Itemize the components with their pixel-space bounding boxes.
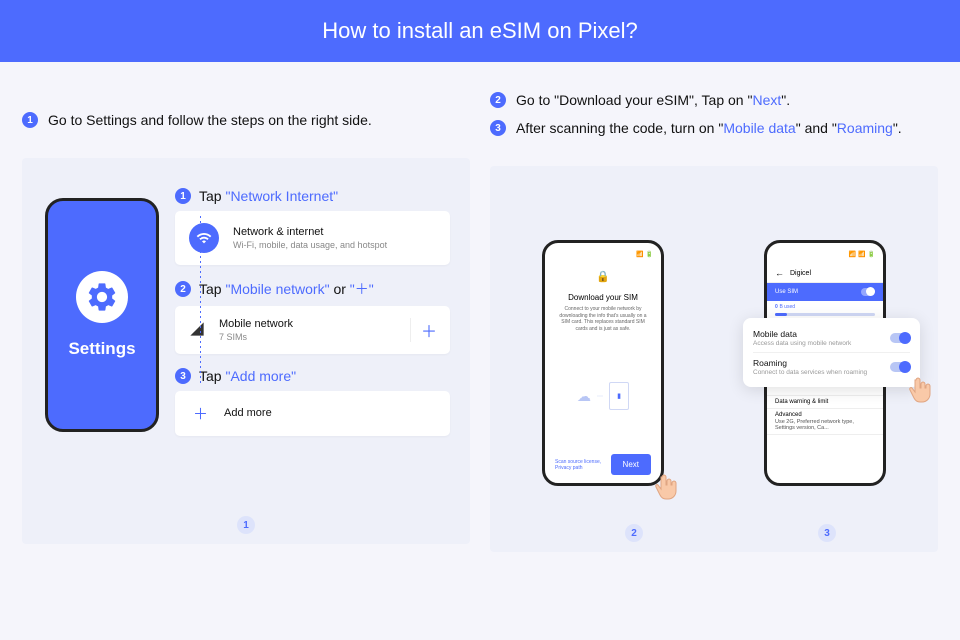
use-sim-toggle[interactable]: Use SIM [767, 283, 883, 301]
mobile-data-toggle[interactable] [890, 333, 910, 343]
download-sim-phone: ⠀📶🔋 🔒 Download your SIM Connect to your … [542, 240, 664, 486]
bullet-1: 1 [22, 112, 38, 128]
add-more-card[interactable]: ＋ Add more [175, 391, 450, 436]
next-button[interactable]: Next [611, 454, 651, 475]
settings-label: Settings [68, 339, 135, 359]
wifi-icon [189, 223, 219, 253]
cloud-icon: ☁ [577, 388, 591, 405]
intro-step-2: 2 Go to "Download your eSIM", Tap on "Ne… [490, 92, 938, 108]
intro-text-3: After scanning the code, turn on "Mobile… [516, 120, 902, 136]
plus-icon: ＋ [193, 403, 208, 424]
settings-phone-mock: Settings [45, 198, 159, 432]
panel-number-3: 3 [818, 524, 836, 542]
step-connector-line [200, 216, 201, 386]
substep-text-3: Tap "Add more" [199, 368, 296, 384]
substep-bullet-3: 3 [175, 368, 191, 384]
plus-icon[interactable]: ＋ [410, 318, 436, 342]
intro-text-2: Go to "Download your eSIM", Tap on "Next… [516, 92, 790, 108]
page-title: How to install an eSIM on Pixel? [0, 0, 960, 62]
roaming-toggle[interactable] [890, 362, 910, 372]
back-icon[interactable]: ← [775, 268, 784, 278]
bullet-3: 3 [490, 120, 506, 136]
panel-number-2: 2 [625, 524, 643, 542]
signal-icon [189, 321, 205, 340]
intro-text-1: Go to Settings and follow the steps on t… [48, 112, 372, 128]
substep-text-2: Tap "Mobile network" or "＋" [199, 279, 374, 299]
gear-icon [76, 271, 128, 323]
toggles-overlay: Mobile data Access data using mobile net… [743, 318, 920, 387]
mobile-network-card[interactable]: Mobile network 7 SIMs ＋ [175, 306, 450, 354]
sim-icon: ▮ [609, 382, 629, 410]
lock-icon: 🔒 [555, 270, 651, 283]
substep-text-1: Tap "Network Internet" [199, 188, 338, 204]
substep-bullet-2: 2 [175, 281, 191, 297]
substep-bullet-1: 1 [175, 188, 191, 204]
network-internet-card[interactable]: Network & internet Wi-Fi, mobile, data u… [175, 211, 450, 265]
panel-number-1: 1 [237, 516, 255, 534]
intro-step-1: 1 Go to Settings and follow the steps on… [22, 112, 470, 128]
bullet-2: 2 [490, 92, 506, 108]
intro-step-3: 3 After scanning the code, turn on "Mobi… [490, 120, 938, 136]
